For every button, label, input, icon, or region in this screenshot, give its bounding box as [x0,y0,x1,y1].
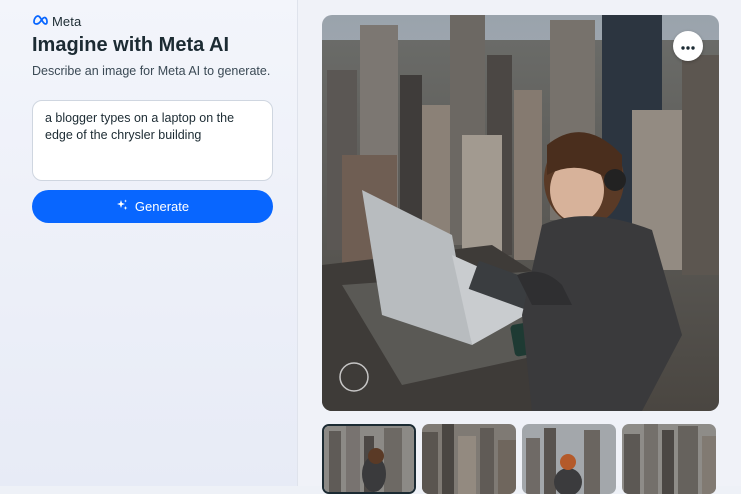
generate-button[interactable]: Generate [32,190,273,223]
prompt-input[interactable]: a blogger types on a laptop on the edge … [32,100,273,181]
thumbnail-4[interactable] [622,424,716,494]
page-subtitle: Describe an image for Meta AI to generat… [32,64,271,78]
meta-infinity-icon [32,12,48,30]
brand-name: Meta [52,13,82,29]
thumbnail-3-art [522,424,616,494]
thumbnail-2[interactable] [422,424,516,494]
sidebar-panel: Meta Imagine with Meta AI Describe an im… [0,0,298,486]
sparkle-icon [116,199,128,214]
thumbnail-4-art [622,424,716,494]
more-horizontal-icon [681,37,695,55]
thumbnail-3[interactable] [522,424,616,494]
meta-logo[interactable]: Meta [32,12,81,30]
result-panel [298,0,741,494]
thumbnail-2-art [422,424,516,494]
more-options-button[interactable] [673,31,703,61]
generate-label: Generate [134,199,190,214]
generated-image[interactable] [322,15,719,411]
thumbnail-1[interactable] [322,424,416,494]
page-title: Imagine with Meta AI [32,34,230,56]
thumbnail-strip [322,424,716,494]
thumbnail-1-art [324,426,414,492]
generated-image-art [322,15,719,411]
